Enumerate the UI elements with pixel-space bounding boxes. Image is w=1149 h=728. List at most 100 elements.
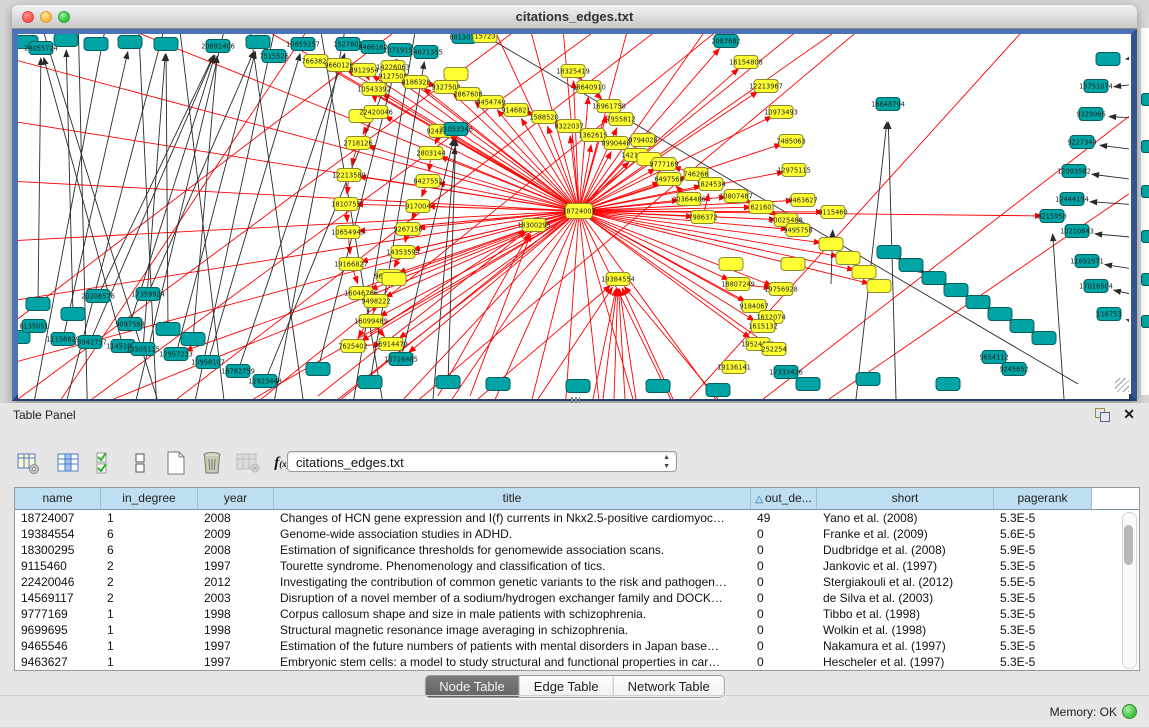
svg-text:16648794: 16648794 — [871, 100, 905, 108]
graph-node[interactable] — [1096, 53, 1120, 66]
float-panel-icon[interactable] — [1095, 408, 1109, 421]
column-header-title[interactable]: title — [274, 488, 751, 509]
select-columns-icon[interactable] — [54, 449, 82, 477]
table-row[interactable]: 1938455462009Genome-wide association stu… — [15, 526, 1139, 542]
column-header-pagerank[interactable]: pagerank — [994, 488, 1092, 509]
table-row[interactable]: 946362711997Embryonic stem cells: a mode… — [15, 654, 1139, 670]
table-panel-title: Table Panel — [13, 408, 76, 422]
cell-name: 9699695 — [15, 622, 101, 638]
cell-short: Dudbridge et al. (2008) — [817, 542, 994, 558]
graph-node[interactable] — [154, 38, 178, 51]
resize-grip[interactable] — [1115, 378, 1129, 392]
background-node — [1141, 315, 1149, 328]
graph-node[interactable] — [566, 380, 590, 393]
svg-text:12213589: 12213589 — [332, 171, 366, 179]
table-selector-dropdown[interactable]: citations_edges.txt ▲▼ — [287, 451, 677, 472]
graph-node[interactable] — [922, 272, 946, 285]
graph-node[interactable] — [26, 298, 50, 311]
graph-node[interactable] — [988, 308, 1012, 321]
network-graph-canvas[interactable]: 1872400718300295193845547663822966012689… — [18, 34, 1129, 399]
column-header-out_de[interactable]: △out_de... — [751, 488, 817, 509]
graph-node[interactable] — [852, 266, 876, 279]
table-row[interactable]: 911546021997Tourette syndrome. Phenomeno… — [15, 558, 1139, 574]
graph-node[interactable] — [382, 273, 406, 286]
cell-title: Changes of HCN gene expression and I(f) … — [274, 510, 751, 526]
graph-node[interactable] — [444, 68, 468, 81]
column-header-year[interactable]: year — [198, 488, 274, 509]
cell-short: Yano et al. (2008) — [817, 510, 994, 526]
graph-node[interactable] — [646, 380, 670, 393]
sort-ascending-icon: △ — [755, 494, 763, 505]
graph-node[interactable] — [944, 284, 968, 297]
svg-text:18640910: 18640910 — [572, 83, 606, 91]
table-selector-value: citations_edges.txt — [296, 455, 404, 470]
graph-node[interactable] — [306, 363, 330, 376]
cell-name: 9777169 — [15, 606, 101, 622]
graph-node[interactable] — [966, 296, 990, 309]
table-settings-icon[interactable] — [14, 449, 42, 477]
table-vertical-scrollbar[interactable] — [1122, 512, 1137, 669]
graph-node[interactable] — [899, 259, 923, 272]
svg-text:11692971: 11692971 — [1070, 257, 1104, 265]
svg-text:16099489: 16099489 — [354, 317, 388, 325]
row-height-icon[interactable] — [126, 449, 154, 477]
table-row[interactable]: 977716911998Corpus callosum shape and si… — [15, 606, 1139, 622]
column-header-short[interactable]: short — [817, 488, 994, 509]
graph-node[interactable] — [781, 258, 805, 271]
graph-node[interactable] — [61, 308, 85, 321]
svg-text:20364486: 20364486 — [672, 195, 706, 203]
graph-node[interactable] — [358, 376, 382, 389]
cell-name: 9115460 — [15, 558, 101, 574]
delete-table-icon[interactable] — [234, 449, 262, 477]
new-table-icon[interactable] — [162, 449, 190, 477]
graph-node[interactable] — [54, 34, 78, 47]
table-row[interactable]: 946554611997Estimation of the future num… — [15, 638, 1139, 654]
graph-node[interactable] — [877, 246, 901, 259]
cell-title: Estimation of significance thresholds fo… — [274, 542, 751, 558]
svg-text:8990448: 8990448 — [601, 139, 630, 147]
window-titlebar[interactable]: citations_edges.txt — [12, 5, 1137, 29]
graph-node[interactable] — [796, 378, 820, 391]
graph-node[interactable] — [181, 333, 205, 346]
graph-node[interactable] — [819, 238, 843, 251]
scrollbar-thumb[interactable] — [1124, 525, 1133, 565]
graph-node[interactable] — [246, 36, 270, 49]
svg-text:10973493: 10973493 — [764, 108, 798, 116]
tab-network-table[interactable]: Network Table — [614, 676, 724, 697]
svg-text:16961758: 16961758 — [592, 102, 626, 110]
graph-node[interactable] — [84, 38, 108, 51]
graph-node[interactable] — [836, 252, 860, 265]
svg-text:18300295: 18300295 — [517, 221, 551, 229]
graph-node[interactable] — [856, 373, 880, 386]
tab-node-table[interactable]: Node Table — [425, 676, 520, 697]
graph-node[interactable] — [486, 378, 510, 391]
svg-text:252254: 252254 — [761, 345, 786, 353]
table-row[interactable]: 1872400712008Changes of HCN gene express… — [15, 510, 1139, 526]
graph-node[interactable] — [1010, 320, 1034, 333]
tab-edge-table[interactable]: Edge Table — [520, 676, 614, 697]
svg-text:9267150: 9267150 — [393, 225, 422, 233]
column-header-name[interactable]: name — [15, 488, 101, 509]
svg-text:19136141: 19136141 — [717, 363, 751, 371]
graph-node[interactable] — [936, 378, 960, 391]
svg-text:17359924: 17359924 — [131, 290, 165, 298]
graph-node[interactable] — [156, 323, 180, 336]
svg-text:15716485: 15716485 — [384, 355, 418, 363]
table-row[interactable]: 1456911722003Disruption of a novel membe… — [15, 590, 1139, 606]
graph-node[interactable] — [436, 376, 460, 389]
select-rows-check-icon[interactable] — [92, 449, 120, 477]
graph-node[interactable] — [706, 384, 730, 397]
table-row[interactable]: 1830029562008Estimation of significance … — [15, 542, 1139, 558]
delete-attributes-icon[interactable] — [198, 449, 226, 477]
table-row[interactable]: 2242004622012Investigating the contribut… — [15, 574, 1139, 590]
dropdown-stepper-icon: ▲▼ — [663, 453, 670, 471]
graph-node[interactable] — [1032, 332, 1056, 345]
graph-node[interactable] — [719, 258, 743, 271]
window-title: citations_edges.txt — [12, 9, 1137, 24]
table-panel-header: Table Panel ✕ — [0, 403, 1149, 427]
graph-node[interactable] — [118, 36, 142, 49]
graph-node[interactable] — [867, 280, 891, 293]
table-row[interactable]: 969969511998Structural magnetic resonanc… — [15, 622, 1139, 638]
column-header-in_degree[interactable]: in_degree — [101, 488, 198, 509]
close-panel-icon[interactable]: ✕ — [1123, 405, 1135, 423]
